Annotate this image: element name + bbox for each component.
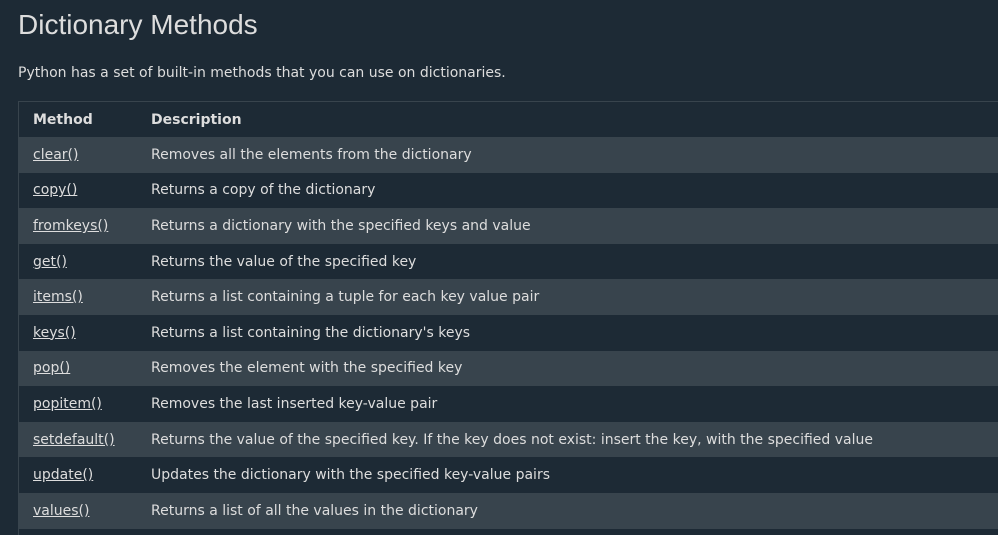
table-row: pop() Removes the element with the speci… [19,350,998,387]
methods-table: Method Description clear() Removes all t… [19,102,998,529]
table-row: get() Returns the value of the specified… [19,243,998,280]
intro-text: Python has a set of built-in methods tha… [18,65,506,81]
method-link-copy[interactable]: copy() [33,182,77,198]
method-link-keys[interactable]: keys() [33,325,76,341]
table-row: items() Returns a list containing a tupl… [19,279,998,315]
table-row: setdefault() Returns the value of the sp… [19,421,998,458]
method-cell: update() [19,457,137,493]
method-link-pop[interactable]: pop() [33,360,70,376]
table-row: keys() Returns a list containing the dic… [19,314,998,351]
method-link-popitem[interactable]: popitem() [33,396,102,412]
method-cell: items() [19,279,137,315]
method-cell: get() [19,243,137,280]
method-cell: values() [19,492,137,529]
method-cell: popitem() [19,386,137,422]
method-cell: keys() [19,314,137,351]
page: Dictionary Methods Python has a set of b… [0,0,998,535]
page-title: Dictionary Methods [18,9,258,40]
table-row: copy() Returns a copy of the dictionary [19,172,998,209]
description-cell: Removes all the elements from the dictio… [137,137,998,173]
methods-table-container: Method Description clear() Removes all t… [18,101,998,535]
method-link-get[interactable]: get() [33,254,67,270]
description-cell: Removes the element with the specified k… [137,350,998,387]
table-row: update() Updates the dictionary with the… [19,457,998,493]
table-row: popitem() Removes the last inserted key-… [19,386,998,422]
method-link-fromkeys[interactable]: fromkeys() [33,218,108,234]
method-cell: copy() [19,172,137,209]
description-cell: Returns a list containing the dictionary… [137,314,998,351]
description-cell: Returns a list of all the values in the … [137,492,998,529]
description-cell: Returns a list containing a tuple for ea… [137,279,998,315]
method-cell: fromkeys() [19,208,137,244]
description-cell: Updates the dictionary with the specifie… [137,457,998,493]
table-row: values() Returns a list of all the value… [19,492,998,529]
description-cell: Returns the value of the specified key [137,243,998,280]
table-body: clear() Removes all the elements from th… [19,137,998,529]
method-link-clear[interactable]: clear() [33,147,78,163]
header-method: Method [19,102,137,137]
method-link-values[interactable]: values() [33,503,89,519]
description-cell: Removes the last inserted key-value pair [137,386,998,422]
method-cell: pop() [19,350,137,387]
method-link-items[interactable]: items() [33,289,83,305]
table-row: fromkeys() Returns a dictionary with the… [19,208,998,244]
description-cell: Returns the value of the specified key. … [137,421,998,458]
table-row: clear() Removes all the elements from th… [19,137,998,173]
description-cell: Returns a copy of the dictionary [137,172,998,209]
method-cell: clear() [19,137,137,173]
method-link-setdefault[interactable]: setdefault() [33,432,115,448]
method-link-update[interactable]: update() [33,467,93,483]
method-cell: setdefault() [19,421,137,458]
table-header-row: Method Description [19,102,998,137]
header-description: Description [137,102,998,137]
description-cell: Returns a dictionary with the specified … [137,208,998,244]
